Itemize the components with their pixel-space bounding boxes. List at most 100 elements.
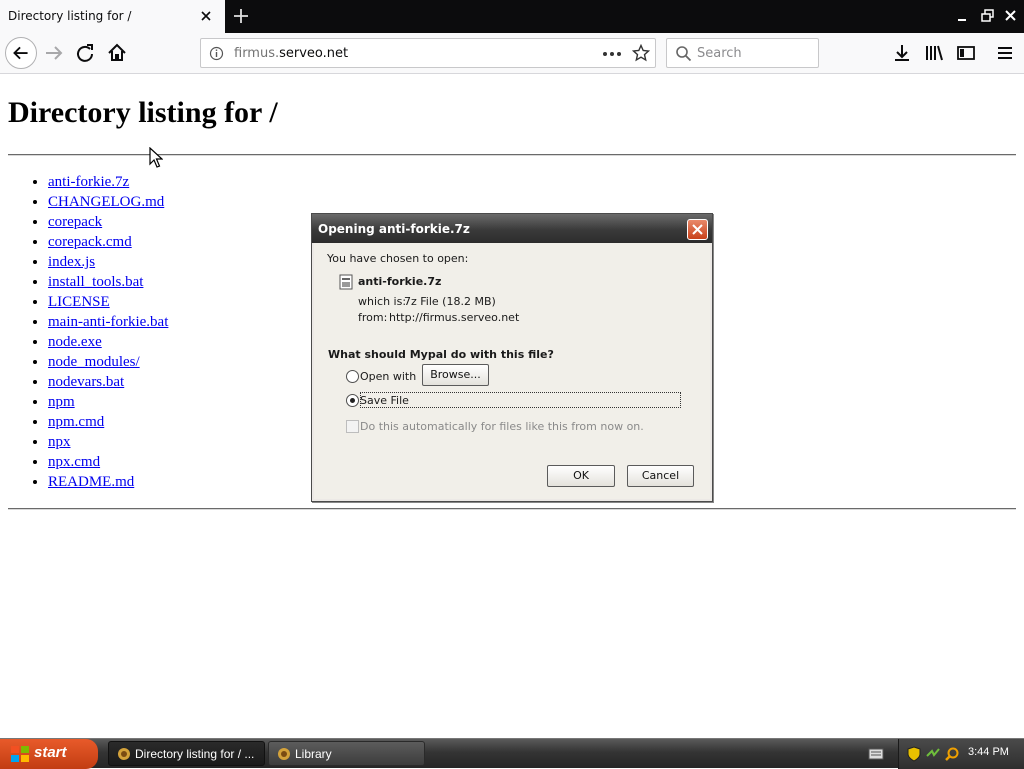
- start-label: start: [34, 744, 67, 761]
- file-link[interactable]: anti-forkie.7z: [48, 174, 129, 190]
- dialog-titlebar[interactable]: Opening anti-forkie.7z: [312, 214, 712, 243]
- page-title: Directory listing for /: [8, 96, 278, 129]
- ok-button[interactable]: OK: [547, 465, 615, 487]
- file-link[interactable]: node.exe: [48, 334, 102, 350]
- dialog-body: You have chosen to open: anti-forkie.7z …: [314, 243, 710, 499]
- list-item: README.md: [48, 472, 168, 492]
- url-bar[interactable]: firmus.serveo.net: [200, 38, 656, 68]
- search-bar[interactable]: Search: [666, 38, 819, 68]
- tab-title: Directory listing for /: [8, 9, 132, 23]
- list-item: npm: [48, 392, 168, 412]
- list-item: main-anti-forkie.bat: [48, 312, 168, 332]
- library-app-icon: [278, 748, 290, 760]
- save-file-radio[interactable]: [346, 394, 359, 407]
- archive-file-icon: [339, 274, 353, 290]
- clock: 3:44 PM: [968, 746, 1009, 758]
- file-link[interactable]: npx.cmd: [48, 454, 100, 470]
- file-link[interactable]: npm: [48, 394, 75, 410]
- file-link[interactable]: nodevars.bat: [48, 374, 124, 390]
- file-link[interactable]: CHANGELOG.md: [48, 194, 164, 210]
- window-close-icon[interactable]: [1001, 6, 1021, 26]
- dialog-question: What should Mypal do with this file?: [328, 348, 554, 361]
- list-item: node.exe: [48, 332, 168, 352]
- library-icon[interactable]: [920, 39, 948, 67]
- page-actions-icon[interactable]: [602, 50, 622, 58]
- cancel-button[interactable]: Cancel: [627, 465, 694, 487]
- dialog-title: Opening anti-forkie.7z: [318, 222, 470, 236]
- list-item: install_tools.bat: [48, 272, 168, 292]
- restore-icon[interactable]: [978, 6, 998, 26]
- url-text[interactable]: firmus.serveo.net: [234, 46, 348, 61]
- back-button-icon[interactable]: [5, 37, 37, 69]
- browser-app-icon: [118, 748, 130, 760]
- dialog-filename: anti-forkie.7z: [358, 275, 442, 288]
- file-link[interactable]: npx: [48, 434, 71, 450]
- downloads-icon[interactable]: [888, 39, 916, 67]
- open-with-label[interactable]: Open with: [360, 370, 416, 383]
- list-item: anti-forkie.7z: [48, 172, 168, 192]
- file-link[interactable]: corepack: [48, 214, 102, 230]
- which-is-label: which is:: [358, 295, 407, 308]
- file-link[interactable]: node_modules/: [48, 354, 140, 370]
- start-button[interactable]: start: [0, 739, 98, 769]
- auto-checkbox[interactable]: [346, 420, 359, 433]
- list-item: corepack: [48, 212, 168, 232]
- list-item: npm.cmd: [48, 412, 168, 432]
- file-link[interactable]: main-anti-forkie.bat: [48, 314, 168, 330]
- file-list: anti-forkie.7z CHANGELOG.md corepack cor…: [48, 172, 168, 492]
- search-tray-icon[interactable]: [944, 746, 960, 762]
- from-url-value: http://firmus.serveo.net: [389, 311, 520, 324]
- list-item: CHANGELOG.md: [48, 192, 168, 212]
- bookmark-star-icon[interactable]: [632, 44, 650, 62]
- home-icon[interactable]: [103, 39, 131, 67]
- search-placeholder: Search: [697, 46, 742, 61]
- file-link[interactable]: npm.cmd: [48, 414, 104, 430]
- taskbar-item-browser[interactable]: Directory listing for / ...: [108, 741, 265, 766]
- navigation-toolbar: firmus.serveo.net Search: [0, 33, 1024, 74]
- list-item: LICENSE: [48, 292, 168, 312]
- file-link[interactable]: corepack.cmd: [48, 234, 132, 250]
- close-icon: [692, 224, 703, 235]
- shield-icon[interactable]: [907, 746, 921, 762]
- system-tray: 3:44 PM: [898, 739, 1024, 769]
- file-link[interactable]: README.md: [48, 474, 134, 490]
- mouse-cursor-icon: [149, 147, 163, 168]
- tab-strip: Directory listing for /: [0, 0, 1024, 33]
- list-item: index.js: [48, 252, 168, 272]
- new-tab-icon[interactable]: [230, 5, 252, 27]
- list-item: npx.cmd: [48, 452, 168, 472]
- file-type-value: 7z File (18.2 MB): [404, 295, 496, 308]
- keyboard-icon[interactable]: [868, 747, 884, 761]
- divider-bottom: [8, 508, 1016, 510]
- hamburger-menu-icon[interactable]: [991, 39, 1019, 67]
- taskbar-item-library[interactable]: Library: [268, 741, 425, 766]
- sidebar-icon[interactable]: [952, 39, 980, 67]
- auto-label: Do this automatically for files like thi…: [360, 420, 644, 433]
- search-icon: [676, 46, 692, 62]
- browse-button[interactable]: Browse...: [422, 364, 489, 386]
- from-label: from:: [358, 311, 388, 324]
- close-icon[interactable]: [197, 7, 215, 25]
- list-item: nodevars.bat: [48, 372, 168, 392]
- dialog-close-button[interactable]: [687, 219, 708, 240]
- file-link[interactable]: LICENSE: [48, 294, 110, 310]
- info-icon[interactable]: [209, 46, 224, 61]
- reload-icon[interactable]: [71, 39, 99, 67]
- download-dialog: Opening anti-forkie.7z You have chosen t…: [311, 213, 713, 502]
- file-link[interactable]: install_tools.bat: [48, 274, 143, 290]
- chosen-text: You have chosen to open:: [327, 252, 469, 265]
- taskbar-item-label: Directory listing for / ...: [135, 747, 255, 761]
- taskbar-item-label: Library: [295, 747, 332, 761]
- radio-selected-dot: [350, 398, 355, 403]
- open-with-radio[interactable]: [346, 370, 359, 383]
- list-item: corepack.cmd: [48, 232, 168, 252]
- forward-button-icon[interactable]: [40, 39, 68, 67]
- list-item: node_modules/: [48, 352, 168, 372]
- taskbar: start Directory listing for / ... Librar…: [0, 738, 1024, 769]
- minimize-icon[interactable]: [953, 6, 973, 26]
- file-link[interactable]: index.js: [48, 254, 95, 270]
- network-icon[interactable]: [925, 746, 941, 762]
- tab-directory-listing[interactable]: Directory listing for /: [0, 0, 225, 33]
- list-item: npx: [48, 432, 168, 452]
- save-file-label[interactable]: Save File: [360, 394, 409, 407]
